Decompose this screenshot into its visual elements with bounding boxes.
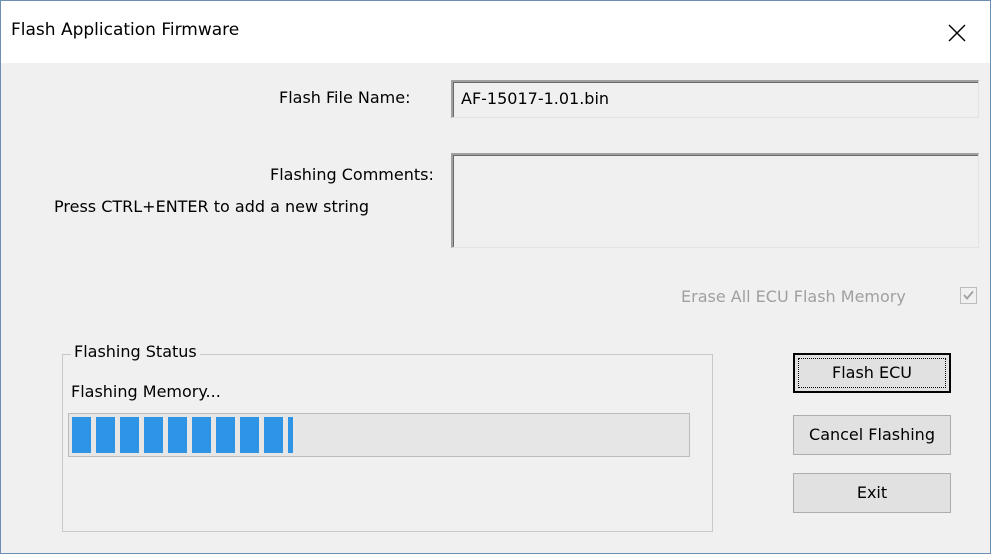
flashing-status-text: Flashing Memory... xyxy=(71,382,221,401)
flash-ecu-button[interactable]: Flash ECU xyxy=(793,353,951,393)
close-icon xyxy=(948,24,966,42)
close-button[interactable] xyxy=(928,1,990,63)
exit-button[interactable]: Exit xyxy=(793,473,951,513)
progress-fill xyxy=(72,417,293,453)
flashing-status-legend: Flashing Status xyxy=(71,342,200,361)
exit-button-label: Exit xyxy=(856,483,888,502)
comments-label: Flashing Comments: xyxy=(270,165,434,184)
focus-rectangle xyxy=(798,358,946,388)
flash-firmware-dialog: Flash Application Firmware Flash File Na… xyxy=(0,0,991,554)
title-bar: Flash Application Firmware xyxy=(1,1,990,63)
flash-progress-bar xyxy=(68,413,690,457)
comments-hint: Press CTRL+ENTER to add a new string xyxy=(54,197,370,216)
erase-memory-label: Erase All ECU Flash Memory xyxy=(681,287,906,306)
cancel-flashing-button-label: Cancel Flashing xyxy=(809,425,935,444)
checkmark-icon xyxy=(963,290,974,300)
cancel-flashing-button[interactable]: Cancel Flashing xyxy=(793,415,951,455)
file-name-field[interactable]: AF-15017-1.01.bin xyxy=(451,80,979,118)
erase-memory-checkbox[interactable] xyxy=(960,287,977,304)
file-name-label: Flash File Name: xyxy=(279,88,411,107)
window-title: Flash Application Firmware xyxy=(11,20,240,40)
file-name-value: AF-15017-1.01.bin xyxy=(461,89,610,108)
comments-textarea[interactable] xyxy=(451,153,979,248)
